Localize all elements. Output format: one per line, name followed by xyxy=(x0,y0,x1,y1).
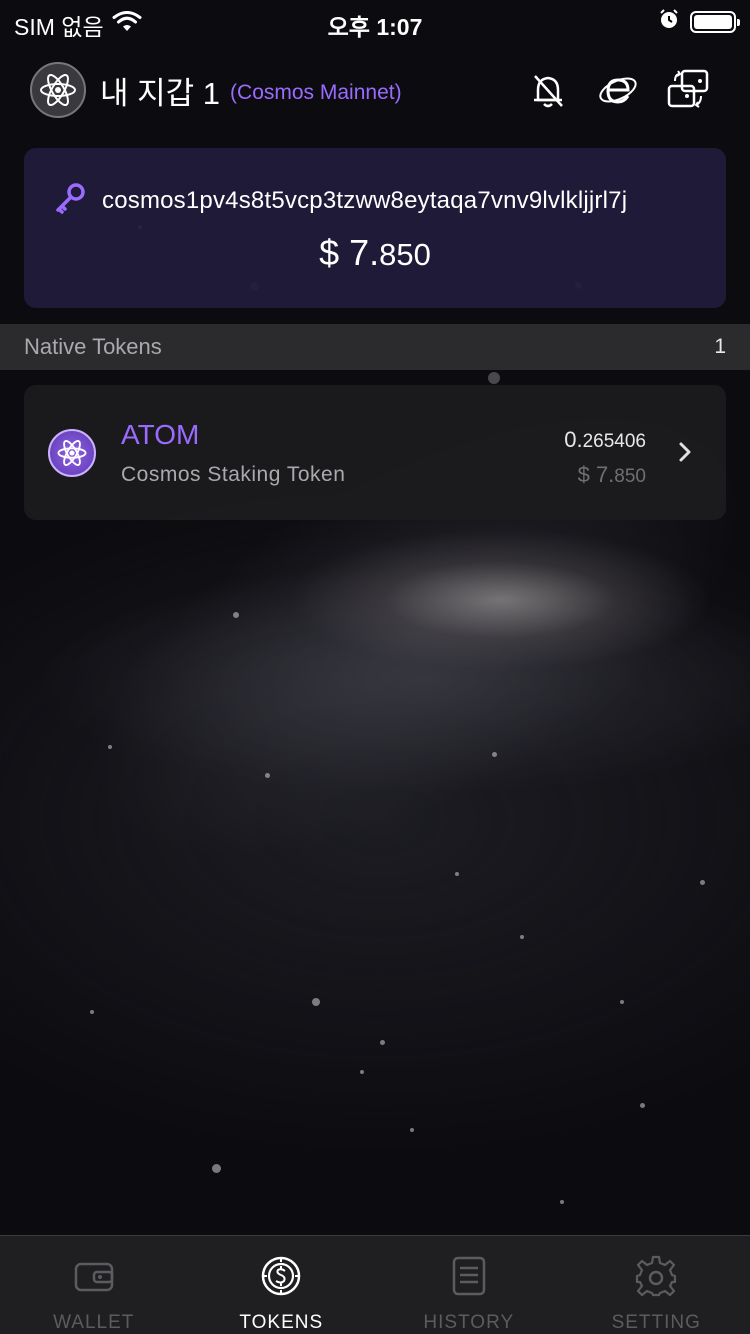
token-amount: 0.265406 xyxy=(564,427,646,453)
tab-history-label: HISTORY xyxy=(423,1312,515,1333)
wallet-address[interactable]: cosmos1pv4s8t5vcp3tzww8eytaqa7vnv9lvlklj… xyxy=(102,187,627,215)
key-icon xyxy=(54,182,86,219)
token-value: $ 7.850 xyxy=(578,462,646,488)
switch-wallet-icon[interactable] xyxy=(666,68,710,112)
network-name: (Cosmos Mainnet) xyxy=(230,81,402,104)
token-amount-int: 0. xyxy=(564,427,583,452)
cosmos-atom-icon xyxy=(48,429,96,477)
token-value-int: $ 7. xyxy=(577,462,615,487)
document-icon xyxy=(447,1254,491,1298)
tab-history[interactable]: HISTORY xyxy=(375,1236,563,1334)
total-value: $ 7.850 xyxy=(0,232,750,274)
total-value-dec: 850 xyxy=(379,237,431,272)
status-bar: SIM 없음 오후 1:07 xyxy=(0,0,750,40)
section-header: Native Tokens 1 xyxy=(0,324,750,370)
token-amount-dec: 265406 xyxy=(582,431,646,452)
tab-setting-label: SETTING xyxy=(611,1312,701,1333)
section-title: Native Tokens xyxy=(24,334,162,359)
chevron-right-icon xyxy=(674,441,696,463)
status-time: 오후 1:07 xyxy=(327,14,423,40)
wallet-icon xyxy=(72,1254,116,1298)
explorer-icon[interactable] xyxy=(596,68,640,112)
tab-wallet-label: WALLET xyxy=(53,1312,135,1333)
coin-icon xyxy=(259,1254,303,1298)
address-card[interactable]: cosmos1pv4s8t5vcp3tzww8eytaqa7vnv9lvlklj… xyxy=(24,148,726,308)
address-row: cosmos1pv4s8t5vcp3tzww8eytaqa7vnv9lvlklj… xyxy=(54,182,706,219)
tab-wallet[interactable]: WALLET xyxy=(0,1236,188,1334)
tab-tokens[interactable]: TOKENS xyxy=(188,1236,376,1334)
notification-off-icon[interactable] xyxy=(526,68,570,112)
status-right xyxy=(658,8,740,36)
header: 내 지갑 1 (Cosmos Mainnet) xyxy=(30,62,710,118)
gear-icon xyxy=(634,1254,678,1298)
tab-setting[interactable]: SETTING xyxy=(563,1236,750,1334)
token-symbol: ATOM xyxy=(121,419,200,450)
tab-tokens-label: TOKENS xyxy=(239,1312,324,1333)
battery-icon xyxy=(690,11,740,33)
wallet-name[interactable]: 내 지갑 1 xyxy=(100,68,220,113)
total-value-int: $ 7. xyxy=(319,232,380,273)
token-row[interactable]: ATOM Cosmos Staking Token 0.265406 $ 7.8… xyxy=(24,385,726,520)
token-value-dec: 850 xyxy=(614,466,646,487)
cosmos-chain-logo[interactable] xyxy=(30,62,86,118)
tab-bar: WALLET TOKENS HISTORY SETTING xyxy=(0,1235,750,1334)
section-count: 1 xyxy=(714,335,726,358)
token-name: Cosmos Staking Token xyxy=(121,463,346,486)
header-actions xyxy=(526,68,710,112)
alarm-icon xyxy=(658,8,680,36)
